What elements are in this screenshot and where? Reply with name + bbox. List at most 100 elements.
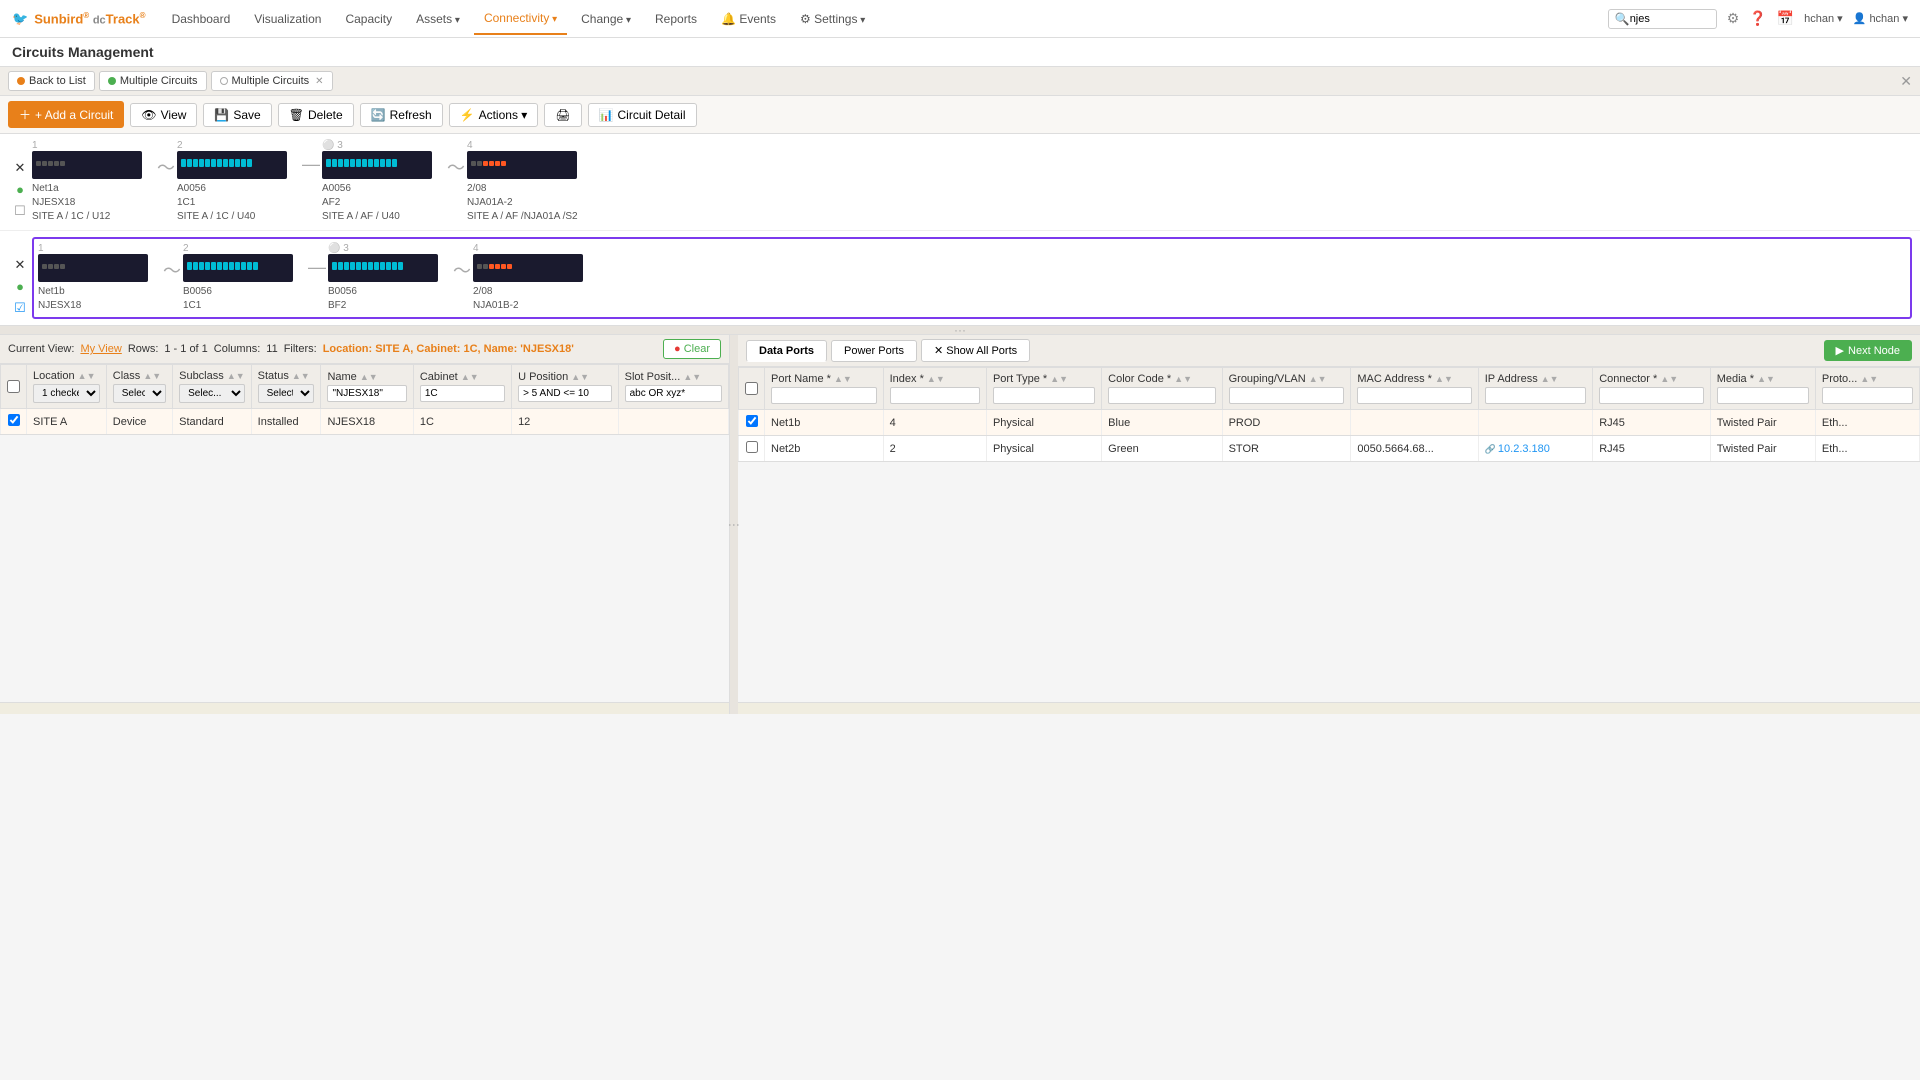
search-input[interactable] — [1630, 13, 1710, 25]
cabinet-header[interactable]: Cabinet ▲▼ — [413, 365, 511, 409]
nav-change[interactable]: Change — [571, 4, 641, 34]
nav-assets[interactable]: Assets — [406, 4, 470, 34]
port-2-checkbox[interactable] — [746, 441, 758, 453]
current-view-link[interactable]: My View — [80, 343, 121, 355]
colorcode-header[interactable]: Color Code * ▲▼ — [1102, 368, 1222, 410]
select-all-checkbox[interactable] — [7, 380, 20, 393]
show-all-ports-tab[interactable]: ✕ Show All Ports — [921, 339, 1030, 362]
circuit-2-check-icon[interactable]: ☑ — [14, 300, 26, 316]
user-menu[interactable]: hchan ▾ — [1804, 12, 1843, 25]
port-row-2[interactable]: Net2b 2 Physical Green STOR 0050.5664.68… — [739, 436, 1920, 462]
ports-select-all[interactable] — [739, 368, 765, 410]
back-to-list-tab[interactable]: Back to List — [8, 71, 95, 91]
proto-header[interactable]: Proto... ▲▼ — [1815, 368, 1919, 410]
porttype-filter[interactable] — [993, 387, 1095, 404]
close-all-icon[interactable]: ✕ — [1900, 73, 1912, 90]
portname-header[interactable]: Port Name * ▲▼ — [765, 368, 884, 410]
index-filter[interactable] — [890, 387, 980, 404]
connector-header[interactable]: Connector * ▲▼ — [1593, 368, 1711, 410]
power-ports-tab[interactable]: Power Ports — [831, 340, 917, 362]
add-circuit-button[interactable]: ＋ + Add a Circuit — [8, 101, 124, 128]
nav-dashboard[interactable]: Dashboard — [162, 4, 241, 34]
right-scrollbar[interactable] — [738, 702, 1920, 714]
ipaddress-header[interactable]: IP Address ▲▼ — [1478, 368, 1592, 410]
ip-address-link[interactable]: 10.2.3.180 — [1485, 443, 1550, 455]
portname-filter[interactable] — [771, 387, 877, 404]
top-nav: 🐦 Sunbird® dcTrack® Dashboard Visualizat… — [0, 0, 1920, 38]
cabinet-filter-input[interactable] — [420, 385, 505, 402]
circuit-detail-button[interactable]: 📊 Circuit Detail — [588, 103, 697, 127]
macaddress-header[interactable]: MAC Address * ▲▼ — [1351, 368, 1478, 410]
class-filter[interactable]: Selec... — [113, 384, 166, 403]
port-2-grouping: STOR — [1222, 436, 1351, 462]
vertical-resize-handle[interactable]: ··· — [0, 326, 1920, 334]
row-check-cell[interactable] — [1, 409, 27, 435]
tab-multiple-circuits-2[interactable]: Multiple Circuits ✕ — [211, 71, 333, 91]
location-filter[interactable]: 1 checked — [33, 384, 100, 403]
nav-visualization[interactable]: Visualization — [244, 4, 331, 34]
colorcode-filter[interactable] — [1108, 387, 1215, 404]
circuit-1-close-icon[interactable]: ✕ — [15, 160, 26, 176]
clear-button[interactable]: ● Clear — [663, 339, 721, 359]
table-row[interactable]: SITE A Device Standard Installed NJESX18… — [1, 409, 729, 435]
media-filter[interactable] — [1717, 387, 1809, 404]
uposition-filter-input[interactable] — [518, 385, 612, 402]
subclass-header[interactable]: Subclass ▲▼ Selec... — [173, 365, 252, 409]
circuit-2-dot-icon[interactable]: ● — [16, 279, 24, 294]
location-header[interactable]: Location ▲▼ 1 checked — [27, 365, 107, 409]
porttype-header[interactable]: Port Type * ▲▼ — [986, 368, 1101, 410]
port-row-1[interactable]: Net1b 4 Physical Blue PROD RJ45 Twisted … — [739, 410, 1920, 436]
ports-select-all-checkbox[interactable] — [745, 382, 758, 395]
refresh-button[interactable]: 🔄 Refresh — [360, 103, 443, 127]
print-button[interactable]: 🖨 — [544, 103, 581, 127]
name-filter-input[interactable] — [327, 385, 406, 402]
help-icon[interactable]: ❓ — [1749, 10, 1766, 27]
subclass-filter[interactable]: Selec... — [179, 384, 245, 403]
circuit-1-square-icon[interactable]: ☐ — [14, 203, 26, 219]
nav-settings[interactable]: ⚙ Settings — [790, 4, 875, 34]
calendar-icon[interactable]: 📅 — [1777, 10, 1794, 27]
settings-icon[interactable]: ⚙ — [1727, 10, 1740, 27]
help-menu[interactable]: 👤 hchan ▾ — [1853, 12, 1908, 25]
slotpos-header[interactable]: Slot Posit... ▲▼ — [618, 365, 728, 409]
ipaddress-filter[interactable] — [1485, 387, 1586, 404]
connector-filter[interactable] — [1599, 387, 1704, 404]
port-2-type: Physical — [986, 436, 1101, 462]
tab-close-icon[interactable]: ✕ — [315, 76, 323, 87]
delete-button[interactable]: 🗑 Delete — [278, 103, 354, 127]
class-header[interactable]: Class ▲▼ Selec... — [106, 365, 172, 409]
name-header[interactable]: Name ▲▼ — [321, 365, 413, 409]
app-logo[interactable]: 🐦 Sunbird® dcTrack® — [12, 11, 146, 27]
left-scrollbar[interactable] — [0, 702, 729, 714]
status-filter[interactable]: Select... — [258, 384, 315, 403]
circuit-1-dot-icon[interactable]: ● — [16, 182, 24, 197]
macaddress-filter[interactable] — [1357, 387, 1471, 404]
select-all-header[interactable] — [1, 365, 27, 409]
nav-reports[interactable]: Reports — [645, 4, 707, 34]
data-ports-tab[interactable]: Data Ports — [746, 340, 827, 362]
grouping-header[interactable]: Grouping/VLAN ▲▼ — [1222, 368, 1351, 410]
bottom-split: Current View: My View Rows: 1 - 1 of 1 C… — [0, 334, 1920, 714]
next-node-button[interactable]: ▶ Next Node — [1824, 340, 1912, 361]
circuit-2-close-icon[interactable]: ✕ — [15, 257, 26, 273]
save-button[interactable]: 💾 Save — [203, 103, 271, 127]
slotpos-filter-input[interactable] — [625, 385, 722, 402]
index-header[interactable]: Index * ▲▼ — [883, 368, 986, 410]
nav-connectivity[interactable]: Connectivity — [474, 3, 567, 35]
nav-capacity[interactable]: Capacity — [335, 4, 402, 34]
port-1-checkbox[interactable] — [746, 415, 758, 427]
port-1-connector: RJ45 — [1593, 410, 1711, 436]
media-header[interactable]: Media * ▲▼ — [1710, 368, 1815, 410]
horizontal-resize-handle[interactable]: ⋮ — [730, 335, 738, 714]
global-search[interactable]: 🔍 — [1608, 9, 1717, 29]
c2-node-2-image — [183, 254, 293, 282]
actions-button[interactable]: ⚡ Actions ▾ — [449, 103, 539, 127]
grouping-filter[interactable] — [1229, 387, 1345, 404]
uposition-header[interactable]: U Position ▲▼ — [512, 365, 619, 409]
status-header[interactable]: Status ▲▼ Select... — [251, 365, 321, 409]
nav-events[interactable]: 🔔 Events — [711, 4, 786, 34]
row-checkbox[interactable] — [8, 414, 20, 426]
proto-filter[interactable] — [1822, 387, 1913, 404]
tab-multiple-circuits-1[interactable]: Multiple Circuits — [99, 71, 207, 91]
view-button[interactable]: 👁 View — [130, 103, 197, 127]
